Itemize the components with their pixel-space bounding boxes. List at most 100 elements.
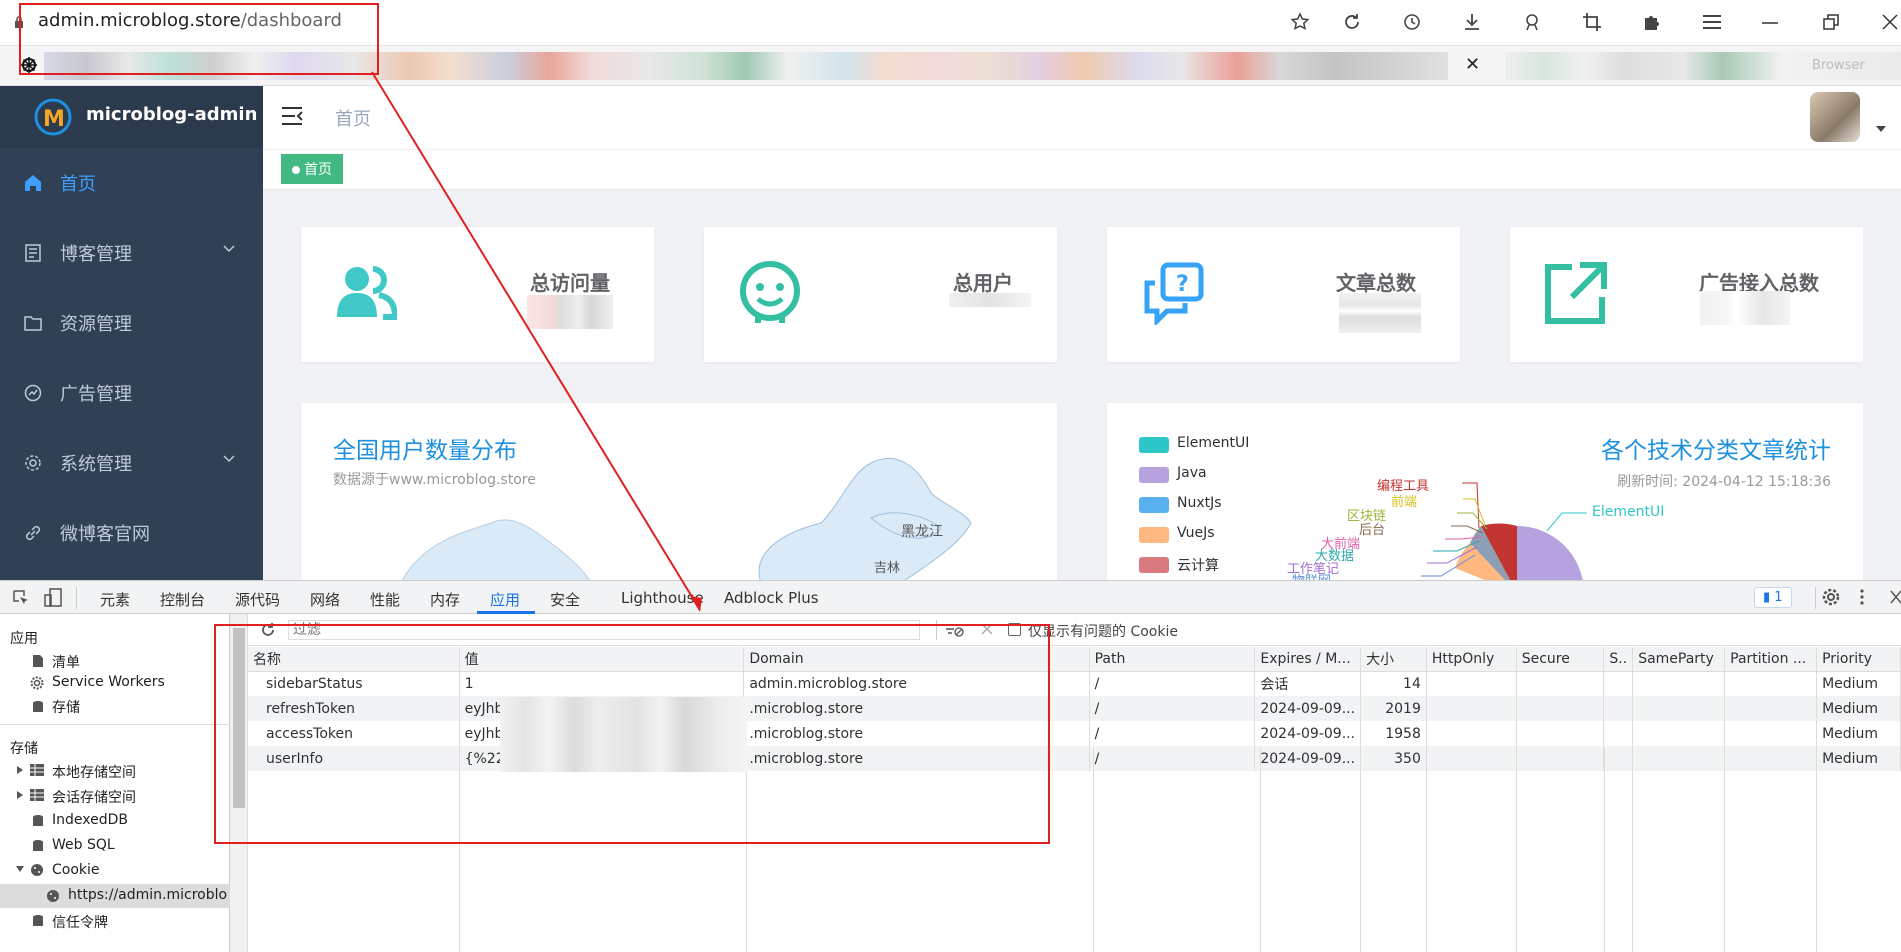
tree-item-websql[interactable]: Web SQL — [52, 837, 115, 853]
history-icon[interactable] — [1402, 12, 1422, 32]
col-httponly[interactable]: HttpOnly — [1426, 647, 1517, 672]
tab-memory[interactable]: 内存 — [430, 589, 460, 610]
close-devtools-icon[interactable] — [1890, 590, 1901, 604]
tree-item-cookie-origin[interactable]: https://admin.microblog — [68, 887, 228, 903]
legend-swatch-java[interactable] — [1139, 467, 1169, 483]
avatar[interactable] — [1810, 92, 1860, 142]
col-path[interactable]: Path — [1089, 647, 1256, 672]
tag-home[interactable]: 首页 — [281, 154, 343, 184]
cell-size: 350 — [1360, 746, 1427, 771]
only-issues-checkbox[interactable] — [1008, 623, 1021, 636]
device-toolbar-icon[interactable] — [44, 588, 62, 608]
cell-priority: Medium — [1816, 671, 1901, 696]
tab-elements[interactable]: 元素 — [100, 589, 130, 610]
hamburger-icon[interactable] — [281, 106, 303, 126]
col-value[interactable]: 值 — [459, 647, 745, 672]
reload-icon[interactable] — [1342, 12, 1362, 32]
address-bar[interactable]: admin.microblog.store/dashboard — [38, 10, 342, 31]
menu-item-ad[interactable]: 广告管理 — [0, 358, 263, 428]
stat-value-blurred — [949, 293, 1031, 307]
legend-swatch-nuxtjs[interactable] — [1139, 497, 1169, 513]
menu-icon[interactable] — [1702, 14, 1722, 30]
legend-swatch-elementui[interactable] — [1139, 437, 1169, 453]
col-partition[interactable]: Partition ... — [1724, 647, 1818, 672]
download-icon[interactable] — [1462, 12, 1482, 32]
tab-network[interactable]: 网络 — [310, 589, 340, 610]
table-row[interactable]: accessToken eyJhb .microblog.store / 202… — [248, 721, 1901, 746]
minimize-icon[interactable] — [1762, 21, 1778, 25]
tree-item-service-workers[interactable]: Service Workers — [52, 674, 165, 690]
legend-label-java[interactable]: Java — [1177, 465, 1207, 481]
col-size[interactable]: 大小 — [1360, 647, 1427, 672]
extensions-icon[interactable] — [1642, 12, 1662, 32]
inspect-icon[interactable] — [12, 589, 30, 607]
col-expires[interactable]: Expires / M... — [1254, 647, 1362, 672]
legend-swatch-cloud[interactable] — [1139, 557, 1169, 573]
collapse-arrow-icon[interactable] — [15, 865, 25, 873]
tree-item-manifest[interactable]: 清单 — [52, 652, 80, 672]
legend-label-elementui[interactable]: ElementUI — [1177, 435, 1249, 451]
url-host: admin.microblog.store — [38, 10, 241, 31]
tab-lighthouse[interactable]: Lighthouse — [621, 589, 704, 607]
tab-sources[interactable]: 源代码 — [235, 589, 280, 610]
col-sameparty[interactable]: SameParty — [1632, 647, 1726, 672]
settings-gear-icon[interactable] — [1822, 588, 1840, 606]
close-window-icon[interactable] — [1882, 14, 1898, 30]
col-secure[interactable]: Secure — [1516, 647, 1605, 672]
col-name[interactable]: 名称 — [248, 647, 460, 672]
col-domain[interactable]: Domain — [743, 647, 1090, 672]
stat-card-users[interactable]: 总用户 — [704, 227, 1057, 362]
table-row[interactable]: userInfo {%22r .microblog.store / 2024-0… — [248, 746, 1901, 771]
legend-label-vuejs[interactable]: VueJs — [1177, 525, 1215, 541]
menu-item-resource[interactable]: 资源管理 — [0, 288, 263, 358]
expand-arrow-icon[interactable] — [16, 790, 24, 800]
menu-item-site[interactable]: 微博客官网 — [0, 498, 263, 568]
crop-icon[interactable] — [1582, 12, 1602, 32]
clear-filtered-icon[interactable] — [944, 623, 964, 637]
bookmark-gear-icon[interactable] — [20, 56, 38, 74]
bookmarks-bar: ✕ Browser — [0, 46, 1901, 86]
issues-button[interactable]: ▮ 1 — [1754, 587, 1792, 608]
menu-label-ad: 广告管理 — [60, 384, 132, 405]
tab-application[interactable]: 应用 — [490, 589, 520, 610]
delete-icon[interactable] — [981, 623, 993, 635]
tree-item-cookie[interactable]: Cookie — [52, 862, 100, 878]
menu-item-blog[interactable]: 博客管理 — [0, 218, 263, 288]
stat-card-ads[interactable]: 广告接入总数 — [1510, 227, 1863, 362]
legend-label-nuxtjs[interactable]: NuxtJs — [1177, 495, 1222, 511]
account-icon[interactable] — [1522, 12, 1542, 32]
table-row[interactable]: sidebarStatus 1 admin.microblog.store / … — [248, 671, 1901, 696]
tab-performance[interactable]: 性能 — [370, 589, 400, 610]
tree-item-local-storage[interactable]: 本地存储空间 — [52, 762, 136, 782]
tree-item-trust-tokens[interactable]: 信任令牌 — [52, 912, 108, 932]
legend-swatch-vuejs[interactable] — [1139, 527, 1169, 543]
menu-label-home: 首页 — [60, 174, 96, 195]
more-options-icon[interactable] — [1860, 589, 1864, 605]
file-icon — [32, 654, 44, 668]
tab-security[interactable]: 安全 — [550, 589, 580, 610]
caret-down-icon[interactable] — [1876, 126, 1886, 132]
pie-slice-java[interactable] — [1517, 526, 1584, 580]
close-bookmark-icon[interactable]: ✕ — [1465, 54, 1480, 75]
tree-item-session-storage[interactable]: 会话存储空间 — [52, 787, 136, 807]
scrollbar-thumb[interactable] — [233, 628, 245, 808]
stat-card-articles[interactable]: ? 文章总数 — [1107, 227, 1460, 362]
expand-arrow-icon[interactable] — [16, 765, 24, 775]
stat-card-visits[interactable]: 总访问量 — [301, 227, 654, 362]
refresh-icon[interactable] — [260, 622, 276, 638]
col-samesite[interactable]: S.. — [1603, 647, 1634, 672]
tree-item-storage[interactable]: 存储 — [52, 697, 80, 717]
col-priority[interactable]: Priority — [1816, 647, 1901, 672]
cookie-filter-input[interactable] — [288, 620, 920, 640]
devtools-scrollbar[interactable] — [230, 614, 248, 952]
cell-partition — [1724, 721, 1818, 746]
menu-item-system[interactable]: 系统管理 — [0, 428, 263, 498]
star-icon[interactable] — [1290, 12, 1310, 32]
menu-item-home[interactable]: 首页 — [0, 148, 263, 218]
restore-icon[interactable] — [1823, 14, 1839, 30]
table-row[interactable]: refreshToken eyJhb .microblog.store / 20… — [248, 696, 1901, 721]
tab-adblock[interactable]: Adblock Plus — [724, 589, 819, 607]
legend-label-cloud[interactable]: 云计算 — [1177, 555, 1219, 575]
tree-item-indexeddb[interactable]: IndexedDB — [52, 812, 128, 828]
tab-console[interactable]: 控制台 — [160, 589, 205, 610]
